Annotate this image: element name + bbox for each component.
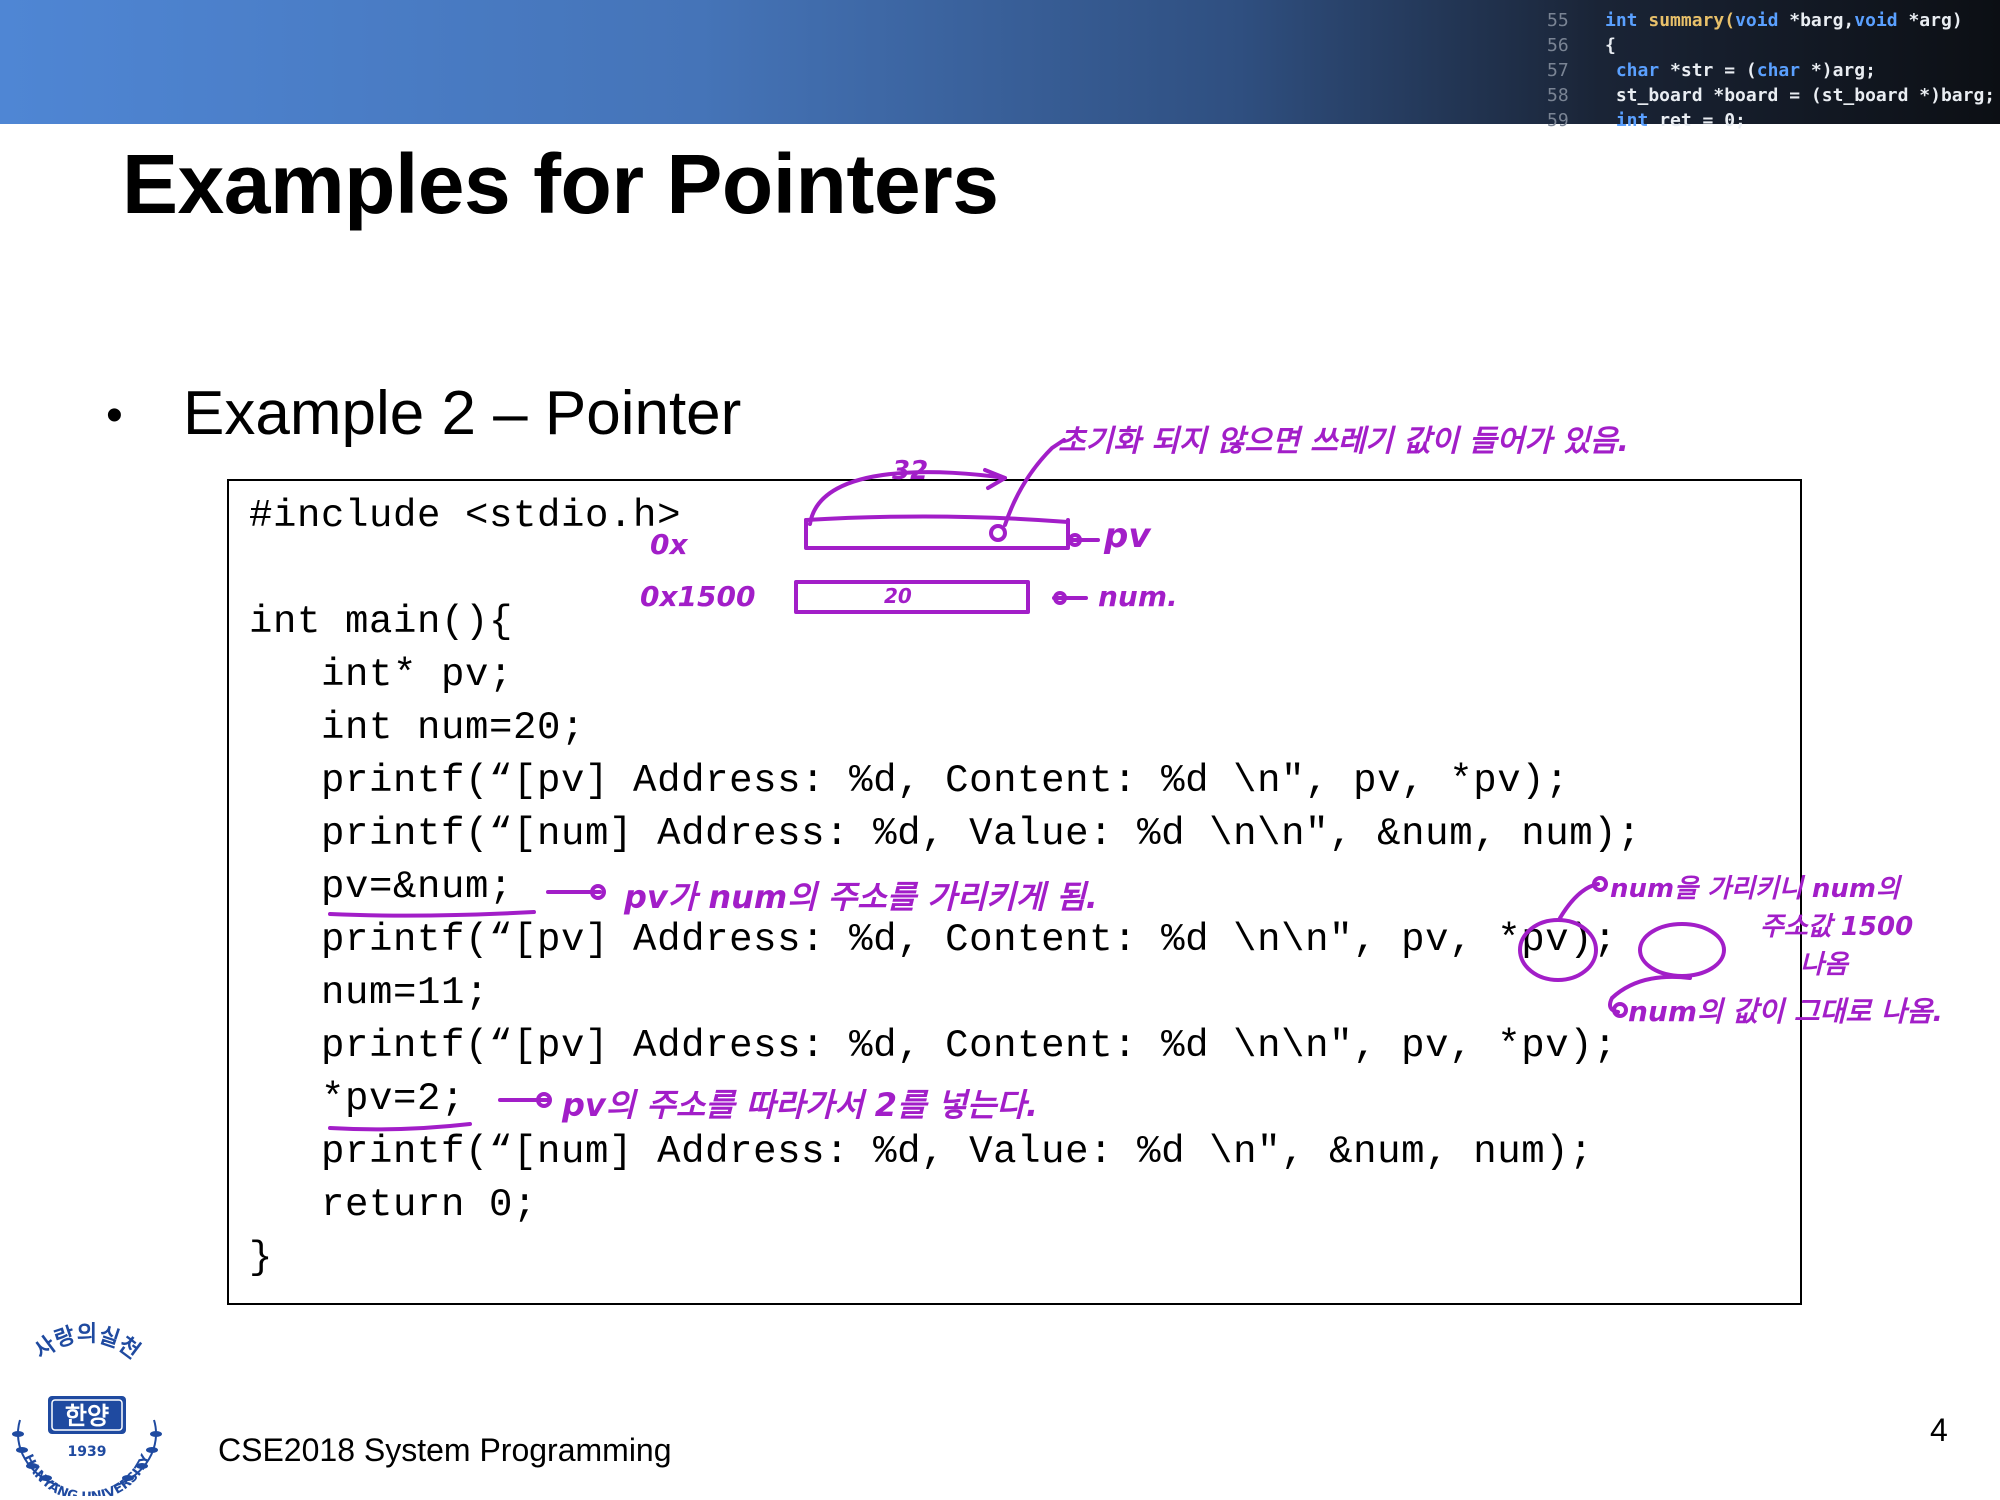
seal-top-text: 사랑의실천: [30, 1322, 145, 1364]
bullet-text: Example 2 – Pointer: [183, 379, 742, 448]
svg-text:사랑의실천: 사랑의실천: [30, 1322, 145, 1364]
slide-title: Examples for Pointers: [122, 137, 999, 231]
code-line-printf-num-2: printf(“[num] Address: %d, Value: %d \n"…: [249, 1130, 1594, 1174]
note-deref-assign: pv의 주소를 따라가서 2를 넣는다.: [562, 1086, 1039, 1124]
code-line-include: #include <stdio.h>: [249, 494, 682, 538]
banner-code-token: void: [1735, 10, 1790, 31]
note-address-line-2: 주소값 1500: [1760, 912, 1914, 942]
code-line-main: int main(){: [249, 600, 514, 644]
seal-year: 1939: [68, 1444, 107, 1460]
note-addr-0x1500: 0x1500: [640, 580, 756, 613]
banner-code-line-number: 55: [1547, 10, 1569, 31]
banner-code-token: void: [1854, 10, 1909, 31]
banner-code-token: [1605, 60, 1616, 81]
code-line-declare-pv: int* pv;: [249, 653, 514, 697]
code-line-printf-pv-2: printf(“[pv] Address: %d, Content: %d \n…: [249, 918, 1618, 962]
banner-code-line-number: 59: [1547, 110, 1569, 131]
banner-code-line: 59 int ret = 0;: [1535, 108, 2000, 132]
banner-code-token: *str = (: [1670, 60, 1757, 81]
university-seal-logo: 사랑의실천 한양 1939 HANYANG UNIVERSITY: [12, 1322, 162, 1496]
banner-code-line-number: 58: [1547, 85, 1569, 106]
code-line-printf-num-1: printf(“[num] Address: %d, Value: %d \n\…: [249, 812, 1642, 856]
banner-code-token: ret = 0;: [1659, 110, 1746, 131]
code-line-return: return 0;: [249, 1183, 538, 1227]
banner-code-line: 58 st_board *board = (st_board *)barg;: [1535, 83, 2000, 108]
banner-code-token: {: [1605, 35, 1616, 56]
banner-code-token: int: [1605, 10, 1649, 31]
banner-code-decoration: 55 int summary(void *barg,void *arg) 56{57…: [1535, 0, 2000, 132]
banner-code-token: [1605, 110, 1616, 131]
footer-course-name: CSE2018 System Programming: [218, 1432, 672, 1468]
banner-code-token: char: [1615, 60, 1671, 81]
label-num: num.: [1098, 580, 1178, 613]
banner-code-token: *barg,: [1789, 10, 1855, 31]
banner-code-token: *arg): [1908, 10, 1963, 31]
banner-code-token: char: [1756, 60, 1811, 81]
banner-code-line: 57 char *str = (char *)arg;: [1535, 58, 2000, 83]
seal-center-text: 한양: [65, 1402, 109, 1430]
note-address-line-3: 나옴: [1800, 950, 1848, 980]
banner-code-token: st_board *board = (st_board *)barg;: [1605, 85, 1996, 106]
banner-code-line: 56 {: [1535, 33, 2000, 58]
banner-code-line-number: 56: [1547, 35, 1569, 56]
code-line-deref-assign: *pv=2;: [249, 1077, 466, 1121]
note-box-value-20: 20: [884, 584, 912, 608]
banner-code-token: summary(: [1648, 10, 1736, 31]
note-garbage-value: 초기화 되지 않으면 쓰레기 값이 들어가 있음.: [1058, 424, 1629, 459]
code-line-printf-pv-3: printf(“[pv] Address: %d, Content: %d \n…: [249, 1024, 1618, 1068]
code-line-declare-num: int num=20;: [249, 706, 586, 750]
banner-code-line: 55 int summary(void *barg,void *arg): [1535, 8, 2000, 33]
note-value-same: num의 값이 그대로 나옴.: [1628, 995, 1944, 1028]
code-line-printf-pv-1: printf(“[pv] Address: %d, Content: %d \n…: [249, 759, 1570, 803]
banner-code-line-number: 57: [1547, 60, 1569, 81]
label-pv: pv: [1104, 516, 1151, 556]
banner-code-token: int: [1615, 110, 1660, 131]
note-size-32: 32: [892, 456, 929, 486]
bullet-marker: •: [106, 389, 123, 442]
note-addr-0x: 0x: [650, 528, 688, 561]
note-address-line-1: num을 가리키니 num의: [1610, 874, 1900, 904]
page-number: 4: [1930, 1412, 1948, 1448]
code-line-close-brace: }: [249, 1236, 274, 1280]
code-line-assign-num: num=11;: [249, 971, 490, 1015]
banner-code-token: *)arg;: [1810, 60, 1876, 81]
code-line-assign-pv: pv=&num;: [249, 865, 514, 909]
note-pv-points-num: pv가 num의 주소를 가리키게 됨.: [624, 878, 1098, 916]
